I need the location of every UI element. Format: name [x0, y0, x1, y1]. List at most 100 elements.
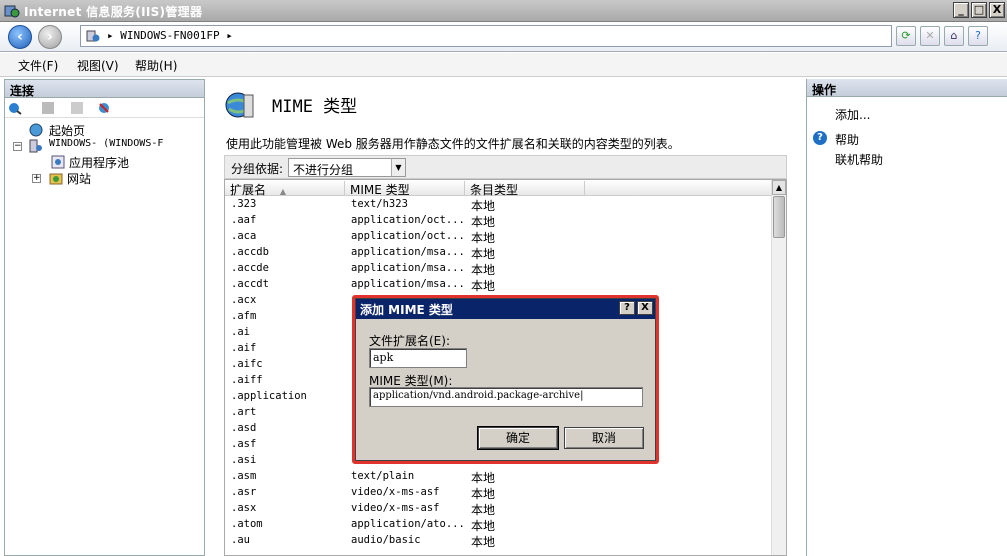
iis-app-icon	[4, 5, 20, 18]
table-row[interactable]: .accde application/msa... 本地	[225, 261, 773, 277]
table-row[interactable]: .aca application/oct... 本地	[225, 229, 773, 245]
address-breadcrumb[interactable]: ▸ WINDOWS-FN001FP ▸	[107, 29, 233, 42]
table-row[interactable]: .aaf application/oct... 本地	[225, 213, 773, 229]
cell-entry-type: 本地	[471, 487, 496, 501]
table-row[interactable]: .asx video/x-ms-asf 本地	[225, 501, 773, 517]
mime-type-input[interactable]: application/vnd.android.package-archive|	[369, 387, 643, 407]
list-header: 扩展名 ▲ MIME 类型 条目类型	[225, 180, 773, 197]
cell-entry-type: 本地	[471, 279, 496, 293]
cell-extension: .accdb	[231, 246, 269, 258]
tree-item-sites[interactable]: + 网站	[5, 170, 204, 186]
cell-mime-type: video/x-ms-asf	[351, 486, 440, 498]
connect-icon[interactable]	[8, 101, 22, 115]
cell-extension: .atom	[231, 518, 263, 530]
tree-item-app-pools[interactable]: 应用程序池	[5, 154, 204, 170]
actions-panel: 操作 添加... ? 帮助 联机帮助	[806, 79, 1007, 556]
cell-extension: .323	[231, 198, 257, 210]
scroll-thumb[interactable]	[773, 196, 785, 238]
table-row[interactable]: .accdb application/msa... 本地	[225, 245, 773, 261]
cell-mime-type: text/plain	[351, 470, 415, 482]
maximize-button[interactable]: □	[971, 2, 987, 18]
mime-type-value: application/vnd.android.package-archive	[373, 390, 581, 401]
edit-icon[interactable]	[70, 101, 84, 115]
online-help-action[interactable]: 联机帮助	[835, 151, 883, 168]
address-box[interactable]: ▸ WINDOWS-FN001FP ▸	[80, 25, 892, 47]
column-label: 条目类型	[470, 183, 519, 197]
menu-view[interactable]: 视图(V)	[77, 57, 119, 74]
cell-extension: .asr	[231, 486, 257, 498]
column-mime-type[interactable]: MIME 类型	[345, 181, 465, 197]
column-extension[interactable]: 扩展名 ▲	[225, 181, 345, 197]
cell-entry-type: 本地	[471, 519, 496, 533]
window-title: Internet 信息服务(IIS)管理器	[24, 5, 203, 19]
menu-bar: 文件(F) 视图(V) 帮助(H)	[0, 53, 1007, 77]
help-icon: ?	[813, 131, 827, 145]
connections-panel: 连接 起始页 − WINDOWS- (WINDOWS-F 应用程序池 + 网站	[4, 79, 205, 556]
cell-mime-type: application/ato...	[351, 518, 465, 530]
address-bar: ‹ › ▸ WINDOWS-FN001FP ▸ ⟳ ✕ ⌂ ?	[0, 22, 1007, 52]
ok-button[interactable]: 确定	[477, 426, 559, 450]
cell-mime-type: application/oct...	[351, 214, 465, 226]
help-action[interactable]: 帮助	[835, 131, 859, 148]
group-by-bar: 分组依据: 不进行分组 ▼	[224, 155, 787, 179]
tree-item-start-page[interactable]: 起始页	[5, 122, 204, 138]
title-bar: Internet 信息服务(IIS)管理器 _ □ X	[0, 0, 1007, 22]
collapse-icon[interactable]: −	[13, 142, 22, 151]
column-label: MIME 类型	[350, 183, 410, 197]
cell-mime-type: text/h323	[351, 198, 408, 210]
cell-extension: .asi	[231, 454, 257, 466]
table-row[interactable]: .accdt application/msa... 本地	[225, 277, 773, 293]
cell-entry-type: 本地	[471, 231, 496, 245]
mime-types-icon	[225, 92, 254, 118]
expand-icon[interactable]: +	[32, 174, 41, 183]
cell-entry-type: 本地	[471, 535, 496, 549]
cell-mime-type: audio/basic	[351, 534, 421, 546]
column-entry-type[interactable]: 条目类型	[465, 181, 585, 197]
column-empty	[585, 181, 773, 195]
refresh-icon[interactable]: ⟳	[896, 26, 916, 46]
connections-tree: 起始页 − WINDOWS- (WINDOWS-F 应用程序池 + 网站	[5, 118, 204, 186]
menu-help[interactable]: 帮助(H)	[135, 57, 177, 74]
close-button[interactable]: X	[989, 2, 1005, 18]
add-action[interactable]: 添加...	[835, 106, 870, 123]
help-dropdown-icon[interactable]: ?	[968, 26, 988, 46]
save-icon[interactable]	[41, 101, 55, 115]
table-row[interactable]: .au audio/basic 本地	[225, 533, 773, 549]
chevron-down-icon[interactable]: ▼	[391, 159, 405, 176]
tree-label: 应用程序池	[69, 156, 130, 170]
add-mime-type-dialog: 添加 MIME 类型 ? X 文件扩展名(E): apk MIME 类型(M):…	[355, 298, 656, 461]
page-title: MIME 类型	[272, 97, 358, 117]
cell-extension: .art	[231, 406, 257, 418]
vertical-scrollbar[interactable]: ▲	[771, 180, 786, 555]
stop-icon[interactable]: ✕	[920, 26, 940, 46]
back-button[interactable]: ‹	[8, 25, 32, 49]
minimize-button[interactable]: _	[953, 2, 969, 18]
cell-extension: .aca	[231, 230, 257, 242]
table-row[interactable]: .atom application/ato... 本地	[225, 517, 773, 533]
tree-item-server[interactable]: − WINDOWS- (WINDOWS-F	[5, 138, 204, 154]
scroll-up-icon[interactable]: ▲	[772, 180, 786, 195]
home-icon[interactable]: ⌂	[944, 26, 964, 46]
cancel-button[interactable]: 取消	[564, 427, 644, 449]
group-by-select[interactable]: 不进行分组 ▼	[288, 158, 406, 177]
table-row[interactable]: .323 text/h323 本地	[225, 197, 773, 213]
extension-input[interactable]: apk	[369, 348, 467, 368]
disconnect-icon[interactable]	[97, 101, 111, 115]
menu-file[interactable]: 文件(F)	[18, 57, 58, 74]
cell-mime-type: application/oct...	[351, 230, 465, 242]
table-row[interactable]: .asr video/x-ms-asf 本地	[225, 485, 773, 501]
dialog-title: 添加 MIME 类型	[360, 303, 453, 317]
cell-extension: .aaf	[231, 214, 257, 226]
table-row[interactable]: .asm text/plain 本地	[225, 469, 773, 485]
dialog-controls: ? X	[619, 301, 653, 315]
forward-button[interactable]: ›	[38, 25, 62, 49]
dialog-title-bar: 添加 MIME 类型 ? X	[356, 299, 655, 319]
feature-description: 使用此功能管理被 Web 服务器用作静态文件的文件扩展名和关联的内容类型的列表。	[226, 137, 680, 151]
cell-entry-type: 本地	[471, 471, 496, 485]
dialog-close-button[interactable]: X	[637, 301, 653, 315]
dialog-help-button[interactable]: ?	[619, 301, 635, 315]
cell-extension: .accde	[231, 262, 269, 274]
sort-asc-icon: ▲	[279, 187, 286, 196]
group-by-label: 分组依据:	[231, 162, 284, 176]
cell-extension: .asf	[231, 438, 257, 450]
